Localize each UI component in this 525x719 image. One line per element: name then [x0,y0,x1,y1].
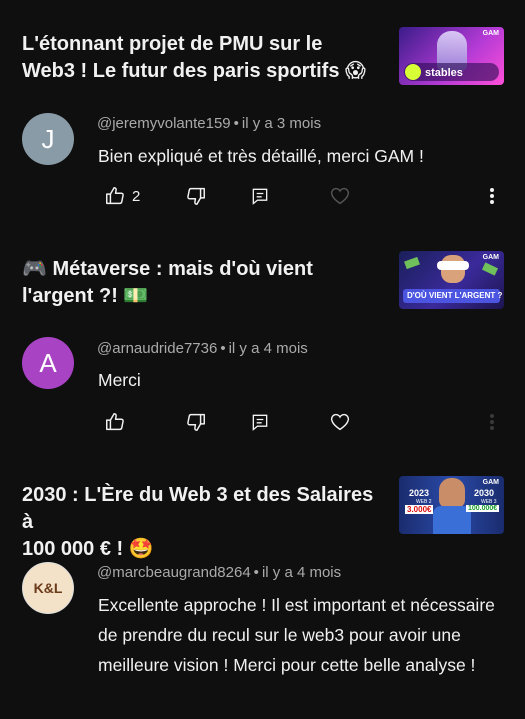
video-thumbnail[interactable]: GAM D'OÙ VIENT L'ARGENT ? [399,251,504,309]
thumb-down-icon [185,185,207,207]
video-thumbnail[interactable]: GAM 2023 WEB 2 3.000€ 2030 WEB 3 100.000… [399,476,504,534]
comment-meta: @jeremyvolante159 • il y a 3 mois [97,115,322,132]
more-vert-icon [484,411,500,433]
reply-icon [250,412,270,432]
video-title[interactable]: 🎮 Métaverse : mais d'où vient l'argent ?… [22,256,382,310]
heart-button[interactable] [329,181,351,211]
comment-actions: 2 [0,181,525,211]
comment-text: Merci [98,370,141,390]
reply-button[interactable] [250,407,270,437]
thumbnail-amount-right: 100.000€ [466,505,500,512]
thumbnail-year-left: 2023 [409,488,430,498]
heart-icon [329,411,351,433]
comment-time: il y a 3 mois [241,115,322,132]
more-options-button[interactable] [484,407,500,437]
dislike-button[interactable] [185,407,207,437]
thumbnail-year-right: 2030 [474,488,495,498]
heart-icon [329,185,351,207]
comment-author[interactable]: @marcbeaugrand8264 [97,564,251,581]
comment-time: il y a 4 mois [228,340,308,357]
like-button[interactable] [104,407,126,437]
comment-author[interactable]: @arnaudride7736 [97,340,217,357]
video-title[interactable]: L'étonnant projet de PMU sur le Web3 ! L… [22,31,382,85]
comment-text: Bien expliqué et très détaillé, merci GA… [98,146,424,166]
thumb-down-icon [185,411,207,433]
thumb-up-icon [104,185,126,207]
comment-author[interactable]: @jeremyvolante159 [97,115,231,132]
thumbnail-badge: GAM [482,479,499,486]
avatar[interactable]: J [22,113,74,165]
comment-time: il y a 4 mois [261,564,342,581]
thumbnail-caption: D'OÙ VIENT L'ARGENT ? [407,291,503,300]
video-thumbnail[interactable]: GAM stables [399,27,504,85]
reply-icon [250,186,270,206]
thumbnail-amount-left: 3.000€ [405,505,434,514]
like-count: 2 [132,187,141,205]
thumbnail-caption: stables [425,67,463,79]
comment-text: Excellente approche ! Il est important e… [98,595,495,675]
reply-button[interactable] [250,181,270,211]
heart-button[interactable] [329,407,351,437]
comment-actions [0,407,525,437]
video-title[interactable]: 2030 : L'Ère du Web 3 et des Salaires à … [22,482,382,563]
dislike-button[interactable] [185,181,207,211]
more-vert-icon [484,185,500,207]
avatar[interactable]: K&L [22,562,74,614]
avatar[interactable]: A [22,337,74,389]
comment-meta: @marcbeaugrand8264 • il y a 4 mois [97,564,342,581]
more-options-button[interactable] [484,181,500,211]
thumbnail-badge: GAM [482,254,499,261]
like-button[interactable]: 2 [104,181,140,211]
thumbnail-badge: GAM [482,30,499,37]
comment-meta: @arnaudride7736 • il y a 4 mois [97,340,308,357]
thumb-up-icon [104,411,126,433]
